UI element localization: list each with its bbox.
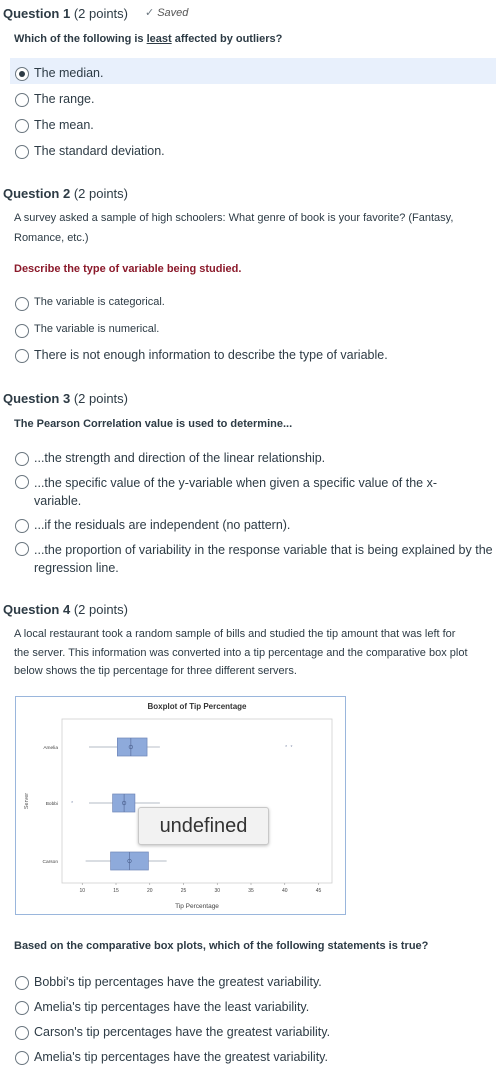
- q1-option-3[interactable]: The standard deviation.: [15, 144, 165, 159]
- q2-points: (2 points): [73, 186, 129, 201]
- saved-label: Saved: [157, 7, 189, 19]
- x-tick-label: 35: [248, 888, 254, 894]
- radio-icon[interactable]: [15, 1026, 29, 1040]
- q2-stem-line: A survey asked a sample of high schooler…: [14, 212, 454, 224]
- radio-icon[interactable]: [15, 349, 29, 363]
- q1-option-1[interactable]: The range.: [15, 92, 94, 107]
- q1-prompt-part: Which of the following is: [14, 33, 147, 45]
- x-tick-label: 15: [113, 888, 119, 894]
- q1-points: (2 points): [73, 6, 129, 21]
- q3-points: (2 points): [73, 391, 129, 406]
- x-axis-label: Tip Percentage: [175, 903, 219, 910]
- q1-option-label: The range.: [34, 92, 95, 106]
- radio-selected-icon[interactable]: [15, 67, 29, 81]
- radio-icon[interactable]: [15, 1001, 29, 1015]
- q4-stem-line: A local restaurant took a random sample …: [14, 628, 456, 640]
- y-axis-label: Server: [24, 793, 30, 809]
- q2-option-1[interactable]: The variable is numerical.: [15, 323, 159, 338]
- q2-option-2[interactable]: There is not enough information to descr…: [15, 348, 388, 363]
- radio-icon[interactable]: [15, 519, 29, 533]
- x-tick-label: 10: [79, 888, 85, 894]
- q2-option-label: There is not enough information to descr…: [34, 348, 388, 362]
- outlier-marker: *: [71, 801, 73, 807]
- radio-icon[interactable]: [15, 976, 29, 990]
- q2-header: Question 2 (2 points): [3, 186, 128, 201]
- x-tick-label: 40: [282, 888, 288, 894]
- q4-option-label: Bobbi's tip percentages have the greates…: [34, 975, 322, 989]
- q4-option-label: Amelia's tip percentages have the least …: [34, 1000, 310, 1014]
- q3-option-label: ...the proportion of variability in the …: [34, 543, 493, 575]
- q1-option-label: The mean.: [34, 118, 94, 132]
- q3-option-label: ...if the residuals are independent (no …: [34, 518, 291, 532]
- q4-points: (2 points): [73, 602, 129, 617]
- radio-icon[interactable]: [15, 297, 29, 311]
- outlier-marker: *: [291, 745, 293, 751]
- q1-number: Question 1: [3, 6, 71, 21]
- q3-option-2[interactable]: ...if the residuals are independent (no …: [15, 518, 290, 533]
- q3-option-0[interactable]: ...the strength and direction of the lin…: [15, 451, 485, 466]
- outlier-marker: *: [285, 745, 287, 751]
- q1-option-0[interactable]: The median.: [15, 66, 103, 81]
- category-label: Carson: [43, 859, 59, 865]
- q3-prompt: The Pearson Correlation value is used to…: [14, 418, 293, 430]
- q4-option-label: Carson's tip percentages have the greate…: [34, 1025, 331, 1039]
- radio-icon[interactable]: [15, 542, 29, 556]
- q4-option-label: Amelia's tip percentages have the greate…: [34, 1050, 328, 1064]
- q4-stem-line: below shows the tip percentage for three…: [14, 665, 297, 677]
- q1-option-label: The median.: [34, 66, 104, 80]
- q4-option-1[interactable]: Amelia's tip percentages have the least …: [15, 1000, 309, 1015]
- radio-icon[interactable]: [15, 93, 29, 107]
- q4-stem-line: the server. This information was convert…: [14, 646, 468, 659]
- q3-number: Question 3: [3, 391, 71, 406]
- radio-icon[interactable]: [15, 119, 29, 133]
- chart-title: Boxplot of Tip Percentage: [148, 702, 248, 711]
- q4-number: Question 4: [3, 602, 71, 617]
- q1-prompt-underlined: least: [146, 33, 172, 45]
- q2-prompt: Describe the type of variable being stud…: [14, 263, 242, 275]
- saved-indicator: ✓ Saved: [145, 6, 188, 19]
- q1-header: Question 1 (2 points): [3, 6, 128, 21]
- x-tick-label: 45: [316, 888, 322, 894]
- boxplot-chart: Boxplot of Tip Percentage Server Tip Perce…: [24, 702, 333, 910]
- q4-option-0[interactable]: Bobbi's tip percentages have the greates…: [15, 975, 322, 990]
- q2-option-0[interactable]: The variable is categorical.: [15, 296, 165, 311]
- q3-option-3[interactable]: ...the proportion of variability in the …: [15, 541, 493, 577]
- q3-option-label: ...the strength and direction of the lin…: [34, 451, 326, 465]
- category-label: Bobbi: [46, 801, 58, 807]
- q4-stem: A local restaurant took a random sample …: [14, 625, 468, 681]
- q3-option-1[interactable]: ...the specific value of the y-variable …: [15, 474, 460, 510]
- x-tick-label: 20: [147, 888, 153, 894]
- q3-option-label: ...the specific value of the y-variable …: [34, 476, 437, 508]
- q4-option-3[interactable]: Amelia's tip percentages have the greate…: [15, 1050, 328, 1065]
- q4-prompt: Based on the comparative box plots, whic…: [14, 940, 429, 952]
- q2-option-label: The variable is categorical.: [34, 296, 165, 308]
- q2-stem: A survey asked a sample of high schooler…: [14, 208, 453, 248]
- q3-header: Question 3 (2 points): [3, 391, 128, 406]
- x-tick-label: 25: [181, 888, 187, 894]
- q1-prompt-part: affected by outliers?: [171, 33, 283, 45]
- q2-stem-line: Romance, etc.): [14, 232, 89, 244]
- boxplot-figure: Boxplot of Tip Percentage Server Tip Perce…: [15, 696, 346, 915]
- q2-option-label: The variable is numerical.: [34, 323, 160, 335]
- q1-option-2[interactable]: The mean.: [15, 118, 94, 133]
- radio-icon[interactable]: [15, 145, 29, 159]
- radio-icon[interactable]: [15, 324, 29, 338]
- q4-header: Question 4 (2 points): [3, 602, 128, 617]
- q1-prompt: Which of the following is least affected…: [14, 33, 282, 45]
- plot-area-frame: [61, 718, 333, 884]
- x-tick-label: 30: [214, 888, 220, 894]
- q1-option-label: The standard deviation.: [34, 144, 165, 158]
- q2-number: Question 2: [3, 186, 71, 201]
- category-label: Amelia: [43, 745, 58, 751]
- image-alt-overlay: undefined: [138, 807, 269, 845]
- radio-icon[interactable]: [15, 1051, 29, 1065]
- radio-icon[interactable]: [15, 475, 29, 489]
- checkmark-icon: ✓: [145, 7, 155, 19]
- box: [116, 737, 148, 757]
- radio-icon[interactable]: [15, 452, 29, 466]
- q4-option-2[interactable]: Carson's tip percentages have the greate…: [15, 1025, 330, 1040]
